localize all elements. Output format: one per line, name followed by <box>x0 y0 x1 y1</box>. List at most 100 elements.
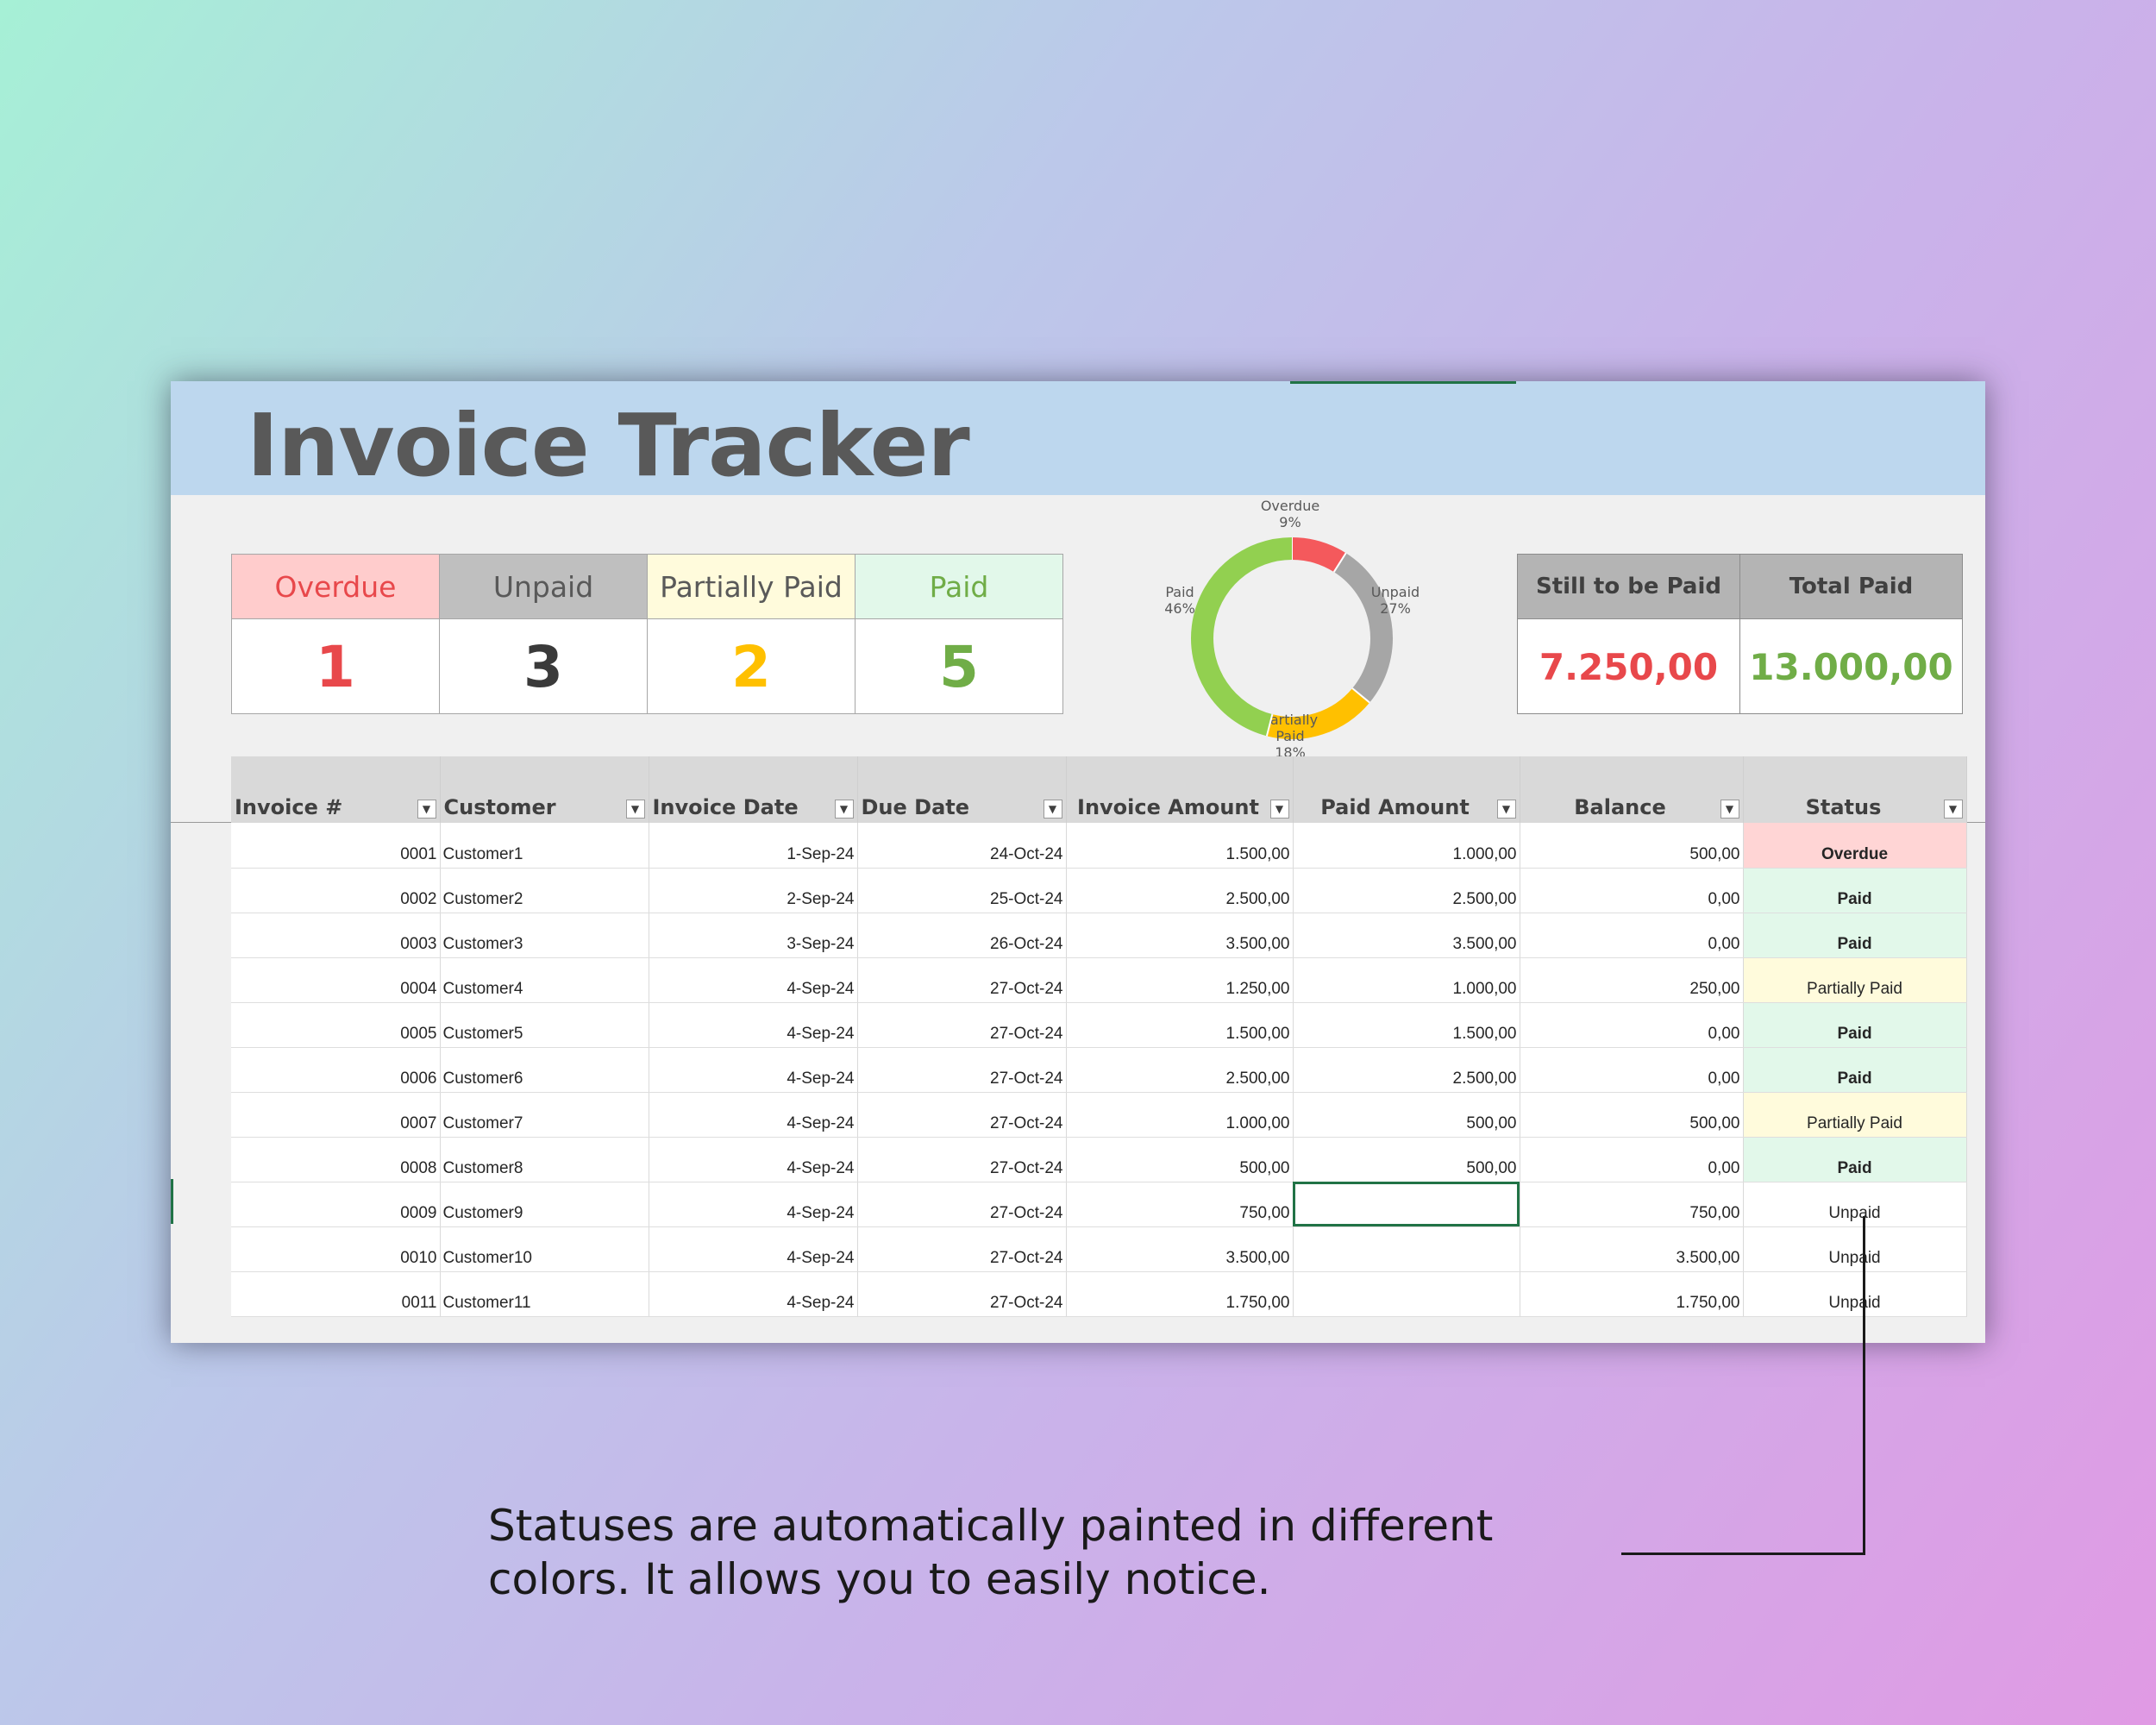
cell-status[interactable]: Unpaid <box>1743 1271 1967 1317</box>
cell-invoice-date[interactable]: 4-Sep-24 <box>649 1271 858 1317</box>
cell-invoice-date[interactable]: 4-Sep-24 <box>649 1047 858 1093</box>
cell-invoice-date[interactable]: 1-Sep-24 <box>649 823 858 869</box>
cell-paid-amount[interactable]: 500,00 <box>1293 1092 1520 1138</box>
cell-invoice-amount[interactable]: 2.500,00 <box>1066 1047 1294 1093</box>
dropdown-arrow-icon[interactable]: ▼ <box>625 800 645 819</box>
cell-balance[interactable]: 0,00 <box>1520 1002 1744 1048</box>
cell-invoice-number[interactable]: 0005 <box>231 1002 441 1048</box>
cell-balance[interactable]: 0,00 <box>1520 868 1744 913</box>
header-invoice-number[interactable]: Invoice # ▼ <box>231 756 441 823</box>
cell-invoice-number[interactable]: 0010 <box>231 1226 441 1272</box>
cell-status[interactable]: Overdue <box>1743 823 1967 869</box>
cell-due-date[interactable]: 27-Oct-24 <box>857 1271 1067 1317</box>
cell-invoice-amount[interactable]: 3.500,00 <box>1066 913 1294 958</box>
cell-customer[interactable]: Customer8 <box>440 1137 649 1182</box>
cell-due-date[interactable]: 24-Oct-24 <box>857 823 1067 869</box>
cell-invoice-number[interactable]: 0006 <box>231 1047 441 1093</box>
cell-due-date[interactable]: 27-Oct-24 <box>857 1182 1067 1227</box>
cell-status[interactable]: Unpaid <box>1743 1226 1967 1272</box>
cell-due-date[interactable]: 26-Oct-24 <box>857 913 1067 958</box>
cell-customer[interactable]: Customer1 <box>440 823 649 869</box>
cell-invoice-amount[interactable]: 750,00 <box>1066 1182 1294 1227</box>
cell-paid-amount[interactable] <box>1293 1271 1520 1317</box>
cell-invoice-amount[interactable]: 1.250,00 <box>1066 957 1294 1003</box>
header-status[interactable]: Status ▼ <box>1743 756 1967 823</box>
cell-paid-amount[interactable]: 500,00 <box>1293 1137 1520 1182</box>
cell-customer[interactable]: Customer11 <box>440 1271 649 1317</box>
cell-invoice-date[interactable]: 3-Sep-24 <box>649 913 858 958</box>
cell-invoice-date[interactable]: 4-Sep-24 <box>649 1182 858 1227</box>
header-balance[interactable]: Balance ▼ <box>1520 756 1744 823</box>
header-paid-amount[interactable]: Paid Amount ▼ <box>1293 756 1520 823</box>
cell-balance[interactable]: 0,00 <box>1520 1137 1744 1182</box>
cell-status[interactable]: Partially Paid <box>1743 957 1967 1003</box>
cell-customer[interactable]: Customer10 <box>440 1226 649 1272</box>
cell-invoice-amount[interactable]: 1.500,00 <box>1066 1002 1294 1048</box>
cell-customer[interactable]: Customer9 <box>440 1182 649 1227</box>
cell-balance[interactable]: 500,00 <box>1520 1092 1744 1138</box>
cell-customer[interactable]: Customer6 <box>440 1047 649 1093</box>
cell-due-date[interactable]: 27-Oct-24 <box>857 957 1067 1003</box>
cell-invoice-date[interactable]: 4-Sep-24 <box>649 1092 858 1138</box>
cell-invoice-number[interactable]: 0001 <box>231 823 441 869</box>
cell-invoice-number[interactable]: 0007 <box>231 1092 441 1138</box>
cell-paid-amount[interactable]: 1.500,00 <box>1293 1002 1520 1048</box>
cell-invoice-number[interactable]: 0002 <box>231 868 441 913</box>
header-invoice-amount[interactable]: Invoice Amount ▼ <box>1066 756 1294 823</box>
cell-paid-amount[interactable]: 2.500,00 <box>1293 868 1520 913</box>
cell-status[interactable]: Paid <box>1743 913 1967 958</box>
cell-invoice-amount[interactable]: 1.000,00 <box>1066 1092 1294 1138</box>
cell-invoice-date[interactable]: 4-Sep-24 <box>649 1226 858 1272</box>
cell-status[interactable]: Paid <box>1743 1047 1967 1093</box>
cell-paid-amount[interactable]: 1.000,00 <box>1293 823 1520 869</box>
cell-invoice-number[interactable]: 0009 <box>231 1182 441 1227</box>
cell-due-date[interactable]: 27-Oct-24 <box>857 1047 1067 1093</box>
dropdown-arrow-icon[interactable]: ▼ <box>1496 800 1516 819</box>
cell-balance[interactable]: 250,00 <box>1520 957 1744 1003</box>
cell-customer[interactable]: Customer2 <box>440 868 649 913</box>
cell-balance[interactable]: 500,00 <box>1520 823 1744 869</box>
cell-paid-amount[interactable]: 2.500,00 <box>1293 1047 1520 1093</box>
dropdown-arrow-icon[interactable]: ▼ <box>1720 800 1739 819</box>
cell-paid-amount[interactable]: 1.000,00 <box>1293 957 1520 1003</box>
cell-due-date[interactable]: 27-Oct-24 <box>857 1092 1067 1138</box>
cell-customer[interactable]: Customer7 <box>440 1092 649 1138</box>
cell-invoice-amount[interactable]: 1.500,00 <box>1066 823 1294 869</box>
cell-balance[interactable]: 0,00 <box>1520 913 1744 958</box>
cell-due-date[interactable]: 27-Oct-24 <box>857 1002 1067 1048</box>
cell-balance[interactable]: 0,00 <box>1520 1047 1744 1093</box>
cell-due-date[interactable]: 27-Oct-24 <box>857 1137 1067 1182</box>
cell-paid-amount[interactable]: 3.500,00 <box>1293 913 1520 958</box>
cell-balance[interactable]: 750,00 <box>1520 1182 1744 1227</box>
cell-status[interactable]: Partially Paid <box>1743 1092 1967 1138</box>
cell-status[interactable]: Paid <box>1743 868 1967 913</box>
cell-invoice-amount[interactable]: 1.750,00 <box>1066 1271 1294 1317</box>
cell-customer[interactable]: Customer5 <box>440 1002 649 1048</box>
header-invoice-date[interactable]: Invoice Date ▼ <box>649 756 858 823</box>
cell-status[interactable]: Paid <box>1743 1002 1967 1048</box>
cell-invoice-amount[interactable]: 2.500,00 <box>1066 868 1294 913</box>
dropdown-arrow-icon[interactable]: ▼ <box>1043 800 1062 819</box>
cell-invoice-date[interactable]: 4-Sep-24 <box>649 1002 858 1048</box>
cell-invoice-amount[interactable]: 3.500,00 <box>1066 1226 1294 1272</box>
cell-customer[interactable]: Customer4 <box>440 957 649 1003</box>
cell-invoice-amount[interactable]: 500,00 <box>1066 1137 1294 1182</box>
cell-balance[interactable]: 1.750,00 <box>1520 1271 1744 1317</box>
cell-invoice-date[interactable]: 4-Sep-24 <box>649 957 858 1003</box>
cell-paid-amount[interactable] <box>1293 1226 1520 1272</box>
cell-paid-amount[interactable] <box>1293 1182 1520 1227</box>
cell-invoice-number[interactable]: 0008 <box>231 1137 441 1182</box>
cell-due-date[interactable]: 25-Oct-24 <box>857 868 1067 913</box>
cell-invoice-number[interactable]: 0003 <box>231 913 441 958</box>
header-customer[interactable]: Customer ▼ <box>440 756 649 823</box>
cell-invoice-number[interactable]: 0004 <box>231 957 441 1003</box>
cell-status[interactable]: Paid <box>1743 1137 1967 1182</box>
cell-status[interactable]: Unpaid <box>1743 1182 1967 1227</box>
cell-customer[interactable]: Customer3 <box>440 913 649 958</box>
dropdown-arrow-icon[interactable]: ▼ <box>417 800 436 819</box>
dropdown-arrow-icon[interactable]: ▼ <box>1943 800 1963 819</box>
cell-invoice-date[interactable]: 4-Sep-24 <box>649 1137 858 1182</box>
dropdown-arrow-icon[interactable]: ▼ <box>834 800 854 819</box>
cell-due-date[interactable]: 27-Oct-24 <box>857 1226 1067 1272</box>
cell-invoice-date[interactable]: 2-Sep-24 <box>649 868 858 913</box>
